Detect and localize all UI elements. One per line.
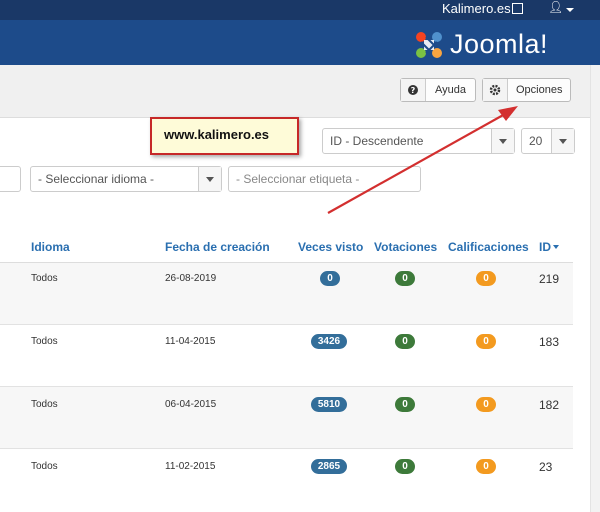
ratings-badge: 0 — [476, 334, 496, 349]
ratings-badge: 0 — [476, 271, 496, 286]
chevron-down-icon[interactable] — [491, 129, 514, 153]
external-link-icon — [512, 3, 523, 14]
votes-badge: 0 — [395, 459, 415, 474]
votes-badge: 0 — [395, 271, 415, 286]
page-scrollbar[interactable] — [590, 65, 600, 512]
joomla-logo: Joomla! — [412, 28, 582, 64]
hits-badge: 5810 — [311, 397, 347, 412]
row-language: Todos — [31, 461, 58, 472]
hits-badge: 3426 — [311, 334, 347, 349]
row-language: Todos — [31, 336, 58, 347]
tag-placeholder: - Seleccionar etiqueta - — [236, 172, 360, 186]
row-id: 182 — [539, 398, 560, 412]
header-hits[interactable]: Veces visto — [298, 240, 363, 254]
row-language: Todos — [31, 273, 58, 284]
ratings-badge: 0 — [476, 397, 496, 412]
row-created: 11-04-2015 — [165, 336, 216, 347]
row-created: 11-02-2015 — [165, 461, 216, 472]
options-button[interactable]: Opciones — [482, 78, 571, 102]
joomla-logo-icon — [416, 32, 442, 58]
user-icon[interactable]: 👤︎ — [548, 0, 563, 14]
limit-select[interactable]: 20 — [521, 128, 575, 154]
header-ratings[interactable]: Calificaciones — [448, 240, 529, 254]
site-link[interactable]: Kalimero.es — [442, 1, 511, 16]
options-label: Opciones — [516, 84, 563, 96]
question-icon: ? — [401, 79, 426, 101]
row-id: 183 — [539, 335, 560, 349]
header-votes[interactable]: Votaciones — [374, 240, 437, 254]
ordering-value: ID - Descendente — [330, 134, 424, 148]
row-created: 26-08-2019 — [165, 273, 217, 284]
sort-desc-icon — [553, 245, 559, 249]
chevron-down-icon[interactable] — [198, 167, 221, 191]
help-button[interactable]: ? Ayuda — [400, 78, 476, 102]
callout-text: www.kalimero.es — [164, 127, 270, 142]
tag-input[interactable]: - Seleccionar etiqueta - — [228, 166, 421, 192]
language-select[interactable]: - Seleccionar idioma - — [30, 166, 222, 192]
chevron-down-icon[interactable] — [551, 129, 574, 153]
ratings-badge: 0 — [476, 459, 496, 474]
watermark-callout: www.kalimero.es — [150, 117, 299, 155]
votes-badge: 0 — [395, 397, 415, 412]
svg-text:?: ? — [411, 86, 416, 95]
language-value: - Seleccionar idioma - — [38, 172, 155, 186]
header-id[interactable]: ID — [539, 240, 551, 254]
header-created[interactable]: Fecha de creación — [165, 240, 270, 254]
votes-badge: 0 — [395, 334, 415, 349]
ordering-select[interactable]: ID - Descendente — [322, 128, 515, 154]
logo-text: Joomla! — [450, 29, 549, 59]
search-input[interactable] — [0, 166, 21, 192]
help-label: Ayuda — [435, 84, 466, 96]
limit-value: 20 — [529, 134, 543, 148]
row-id: 219 — [539, 272, 560, 286]
row-language: Todos — [31, 399, 58, 410]
admin-topbar: Kalimero.es 👤︎ — [0, 0, 600, 20]
row-id: 23 — [539, 460, 553, 474]
chevron-down-icon[interactable] — [566, 8, 574, 12]
row-created: 06-04-2015 — [165, 399, 217, 410]
hits-badge: 2865 — [311, 459, 347, 474]
gear-icon — [483, 79, 508, 101]
header-language[interactable]: Idioma — [31, 240, 70, 254]
hits-badge: 0 — [320, 271, 340, 286]
